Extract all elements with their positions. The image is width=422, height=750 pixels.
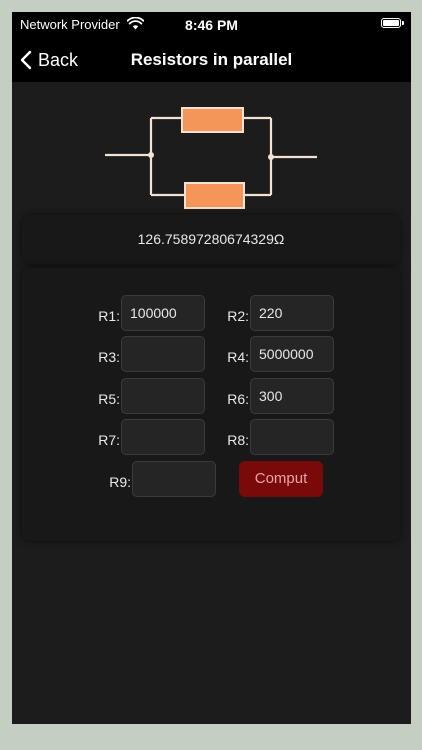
r8-label: R8: — [227, 432, 249, 448]
clock: 8:46 PM — [185, 17, 238, 33]
r9-input[interactable] — [132, 461, 216, 497]
r2-input[interactable]: 220 — [250, 295, 334, 331]
r3-label: R3: — [98, 349, 120, 365]
r5-label: R5: — [98, 391, 120, 407]
r6-input[interactable]: 300 — [250, 378, 334, 414]
r4-label: R4: — [227, 349, 249, 365]
r1-input[interactable]: 100000 — [121, 295, 205, 331]
result-value: 126.75897280674329Ω — [137, 231, 285, 247]
r7-label: R7: — [98, 432, 120, 448]
r8-input[interactable] — [250, 419, 334, 455]
resistor-input-card — [22, 268, 400, 541]
resistor-bottom-icon — [184, 182, 245, 209]
status-bar: Network Provider 8:46 PM — [12, 12, 411, 38]
r3-input[interactable] — [121, 336, 205, 372]
compute-button[interactable]: Comput — [239, 461, 323, 497]
resistor-top-icon — [181, 107, 244, 133]
r7-input[interactable] — [121, 419, 205, 455]
phone-screen: Network Provider 8:46 PM Back Resistors … — [12, 12, 411, 724]
r1-label: R1: — [98, 308, 120, 324]
result-card: 126.75897280674329Ω — [22, 215, 400, 264]
r6-label: R6: — [227, 391, 249, 407]
r5-input[interactable] — [121, 378, 205, 414]
r9-label: R9: — [109, 474, 131, 490]
parallel-circuit-diagram — [105, 107, 317, 209]
r2-label: R2: — [227, 308, 249, 324]
battery-icon — [381, 18, 404, 28]
r4-input[interactable]: 5000000 — [250, 336, 334, 372]
page-title: Resistors in parallel — [130, 50, 293, 69]
navigation-bar: Back Resistors in parallel — [12, 38, 411, 82]
